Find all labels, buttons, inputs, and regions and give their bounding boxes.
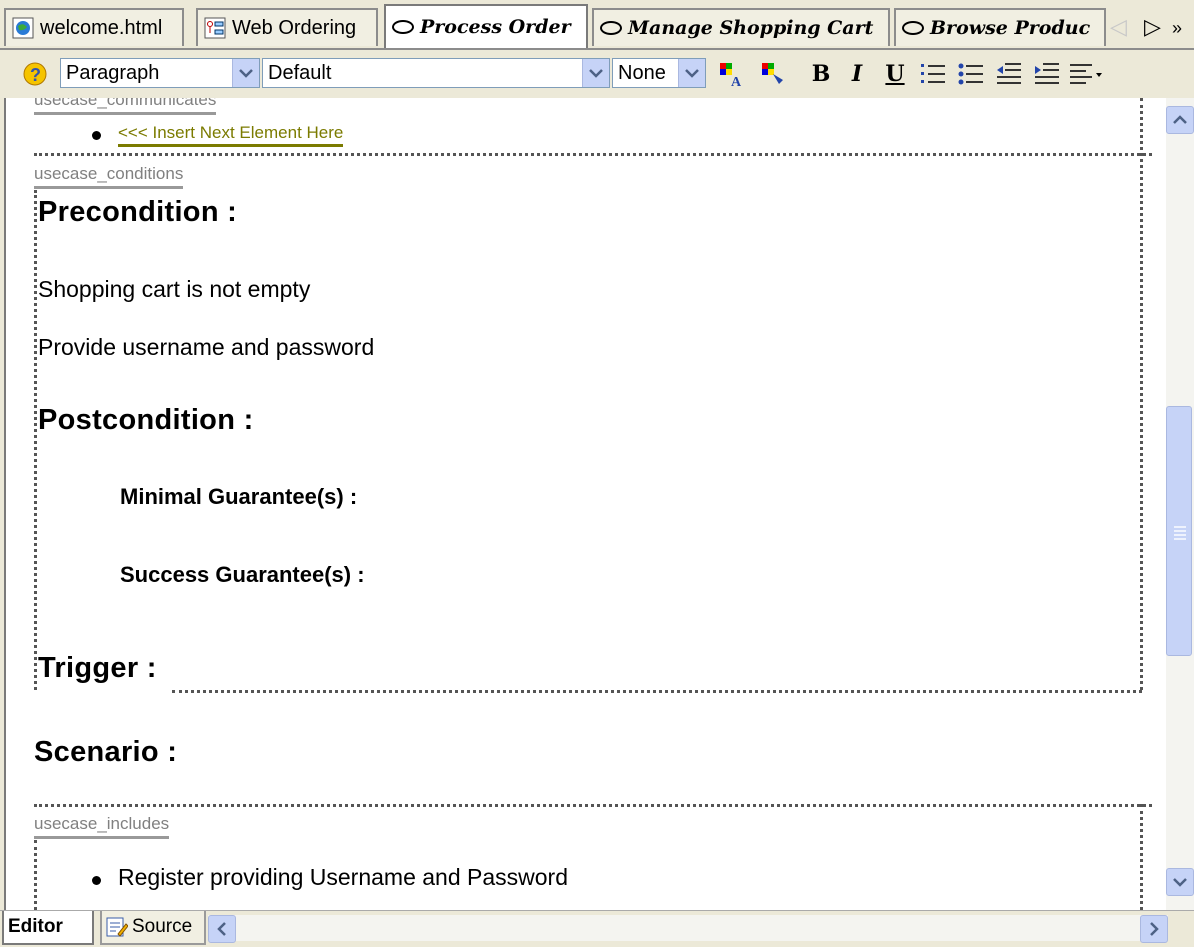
tabs-overflow-icon[interactable]: » xyxy=(1172,18,1182,39)
tab-welcome-html[interactable]: welcome.html xyxy=(4,8,184,46)
tab-label: Manage Shopping Cart xyxy=(628,17,874,39)
bold-button[interactable]: B xyxy=(806,58,836,90)
insert-next-element-link[interactable]: <<< Insert Next Element Here xyxy=(118,122,344,147)
underline-button[interactable]: U xyxy=(880,58,910,90)
usecase-communicates-tag: usecase_communicates xyxy=(34,98,217,115)
align-dropdown-icon[interactable] xyxy=(1066,58,1106,90)
scroll-left-button[interactable] xyxy=(208,915,236,943)
tab-source[interactable]: Source xyxy=(100,911,206,945)
tabs-scroll-left-icon[interactable]: ◁ xyxy=(1110,14,1127,40)
postcondition-heading: Postcondition : xyxy=(38,404,254,436)
chevron-left-icon xyxy=(217,922,226,936)
tab-label: Process Order xyxy=(420,16,571,38)
source-edit-icon xyxy=(106,917,128,937)
horizontal-scrollbar[interactable] xyxy=(208,915,1168,943)
editor-mode-bar: Editor Source xyxy=(0,910,1194,947)
diagram-icon xyxy=(204,17,226,39)
success-guarantee-heading: Success Guarantee(s) : xyxy=(120,562,365,587)
minimal-guarantee-heading: Minimal Guarantee(s) : xyxy=(120,484,358,509)
scroll-up-button[interactable] xyxy=(1166,106,1194,134)
usecase-icon xyxy=(902,21,924,35)
section-border xyxy=(1140,804,1143,910)
chevron-down-icon[interactable] xyxy=(678,59,705,87)
paragraph-style-select[interactable]: Paragraph xyxy=(60,58,260,88)
svg-text:A: A xyxy=(731,75,742,88)
font-name-select[interactable]: Default xyxy=(262,58,610,88)
tab-label: Web Ordering xyxy=(232,16,357,39)
tab-browse-products[interactable]: Browse Produc xyxy=(894,8,1106,46)
background-color-icon[interactable] xyxy=(758,58,788,90)
tab-label: welcome.html xyxy=(40,16,163,39)
scenario-heading: Scenario : xyxy=(34,736,178,768)
numbered-list-icon[interactable] xyxy=(918,58,948,90)
chevron-right-icon xyxy=(1150,922,1159,936)
section-border xyxy=(1140,98,1143,690)
tab-editor[interactable]: Editor xyxy=(2,911,94,945)
paragraph-style-value: Paragraph xyxy=(66,61,160,84)
document-tab-bar: welcome.html Web Ordering Process Order … xyxy=(0,0,1194,50)
tab-web-ordering[interactable]: Web Ordering xyxy=(196,8,378,46)
font-size-value: None xyxy=(618,61,666,84)
bullet xyxy=(92,876,101,885)
outdent-icon[interactable] xyxy=(994,58,1024,90)
italic-button[interactable]: I xyxy=(842,58,872,90)
svg-text:?: ? xyxy=(30,65,41,85)
precondition-item: Shopping cart is not empty xyxy=(38,276,311,302)
tab-label: Source xyxy=(132,916,193,937)
document-editor[interactable]: usecase_communicates <<< Insert Next Ele… xyxy=(4,98,1166,910)
section-border xyxy=(34,190,37,690)
includes-item: Register providing Username and Password xyxy=(118,864,568,890)
help-icon[interactable]: ? xyxy=(20,58,50,90)
usecase-icon xyxy=(600,21,622,35)
tabs-scroll-right-icon[interactable]: ▷ xyxy=(1144,14,1161,40)
section-border xyxy=(34,804,1152,807)
section-border xyxy=(34,153,1152,156)
tab-manage-shopping-cart[interactable]: Manage Shopping Cart xyxy=(592,8,890,46)
usecase-includes-tag: usecase_includes xyxy=(34,814,170,839)
usecase-icon xyxy=(392,20,414,34)
scroll-thumb[interactable] xyxy=(1166,406,1192,656)
chevron-down-icon[interactable] xyxy=(232,59,259,87)
scroll-down-button[interactable] xyxy=(1166,868,1194,896)
tab-label: Browse Produc xyxy=(930,17,1091,39)
tab-label: Editor xyxy=(8,916,63,937)
precondition-heading: Precondition : xyxy=(38,196,238,228)
section-border xyxy=(34,840,37,910)
bullet xyxy=(92,131,101,140)
font-color-icon[interactable]: A xyxy=(716,58,746,90)
font-name-value: Default xyxy=(268,61,332,84)
html-file-icon xyxy=(12,17,34,39)
indent-icon[interactable] xyxy=(1032,58,1062,90)
usecase-conditions-tag: usecase_conditions xyxy=(34,164,184,189)
vertical-scrollbar[interactable] xyxy=(1166,98,1194,910)
tab-process-order[interactable]: Process Order xyxy=(384,4,588,48)
chevron-down-icon xyxy=(1173,878,1187,887)
precondition-item: Provide username and password xyxy=(38,334,375,360)
chevron-up-icon xyxy=(1173,115,1187,124)
bullet-list-icon[interactable] xyxy=(956,58,986,90)
font-size-select[interactable]: None xyxy=(612,58,706,88)
formatting-toolbar: ? Paragraph Default None A B I U xyxy=(0,50,1194,98)
trigger-heading: Trigger : xyxy=(38,652,157,684)
scroll-right-button[interactable] xyxy=(1140,915,1168,943)
section-border xyxy=(172,690,1142,693)
chevron-down-icon[interactable] xyxy=(582,59,609,87)
